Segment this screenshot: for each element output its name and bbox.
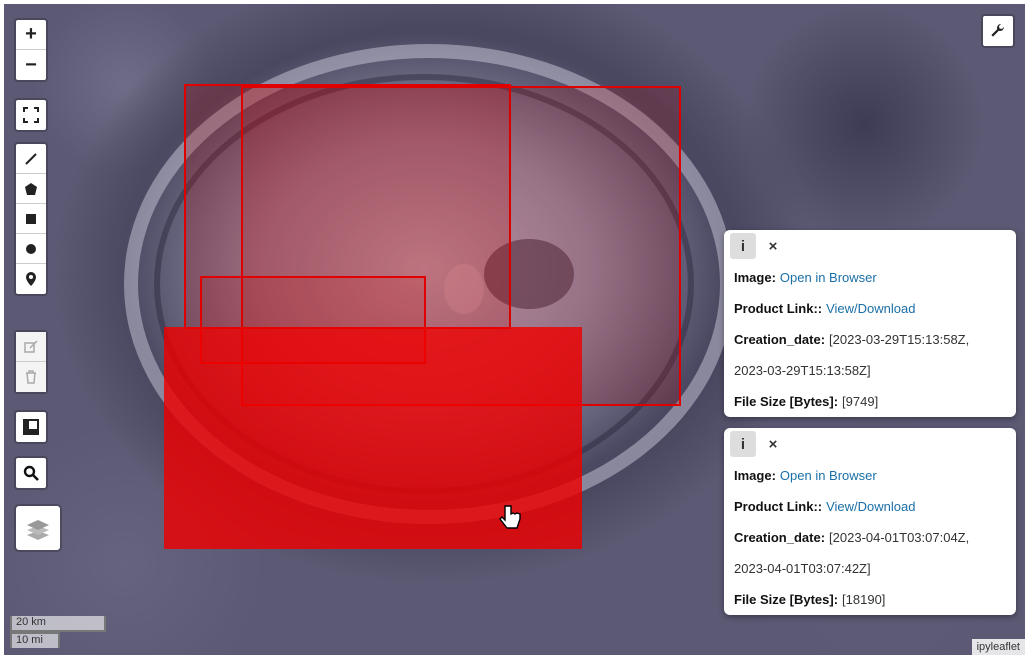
draw-circle-button[interactable]	[16, 234, 46, 264]
edit-icon	[24, 339, 38, 353]
file-size-value: [18190]	[842, 592, 886, 607]
fullscreen-button[interactable]	[16, 100, 46, 130]
field-label: Creation_date:	[734, 332, 826, 347]
creation-date-value: [2023-04-01T03:07:04Z,	[829, 530, 970, 545]
open-in-browser-link[interactable]: Open in Browser	[780, 468, 877, 483]
marker-icon	[26, 272, 36, 286]
fullscreen-control	[14, 98, 48, 132]
popup-creation-row: Creation_date: [2023-04-01T03:07:04Z,	[724, 522, 1016, 553]
split-map-button[interactable]	[16, 412, 46, 442]
view-download-link[interactable]: View/Download	[826, 499, 915, 514]
draw-toolbar	[14, 142, 48, 296]
search-icon	[23, 465, 39, 481]
hand-cursor-icon	[499, 505, 521, 529]
info-tab[interactable]: i	[730, 233, 756, 259]
draw-polygon-button[interactable]	[16, 174, 46, 204]
info-popup: i × Image: Open in Browser Product Link::…	[724, 230, 1016, 417]
edit-toolbar	[14, 330, 48, 394]
settings-button[interactable]	[981, 14, 1015, 48]
close-icon[interactable]: ×	[760, 431, 786, 457]
trash-icon	[26, 370, 36, 384]
rectangle-icon	[26, 213, 36, 224]
popup-product-row: Product Link:: View/Download	[724, 491, 1016, 522]
popup-creation-row-cont: 2023-03-29T15:13:58Z]	[724, 355, 1016, 386]
draw-marker-button[interactable]	[16, 264, 46, 294]
field-label: File Size [Bytes]:	[734, 592, 839, 607]
creation-date-value: 2023-04-01T03:07:42Z]	[734, 561, 871, 576]
creation-date-value: 2023-03-29T15:13:58Z]	[734, 363, 871, 378]
field-label: Creation_date:	[734, 530, 826, 545]
info-popup: i × Image: Open in Browser Product Link::…	[724, 428, 1016, 615]
edit-layers-button[interactable]	[16, 332, 46, 362]
field-label: Product Link::	[734, 499, 823, 514]
wrench-icon	[991, 24, 1004, 37]
field-label: File Size [Bytes]:	[734, 394, 839, 409]
close-icon[interactable]: ×	[760, 233, 786, 259]
zoom-in-button[interactable]: +	[16, 20, 46, 50]
circle-icon	[26, 243, 36, 254]
split-map-control	[14, 410, 48, 444]
attribution[interactable]: ipyleaflet	[971, 639, 1025, 655]
popup-tab-bar: i ×	[724, 428, 1016, 460]
popup-creation-row: Creation_date: [2023-03-29T15:13:58Z,	[724, 324, 1016, 355]
plus-icon: +	[25, 23, 37, 45]
zoom-control: + −	[14, 18, 48, 82]
view-download-link[interactable]: View/Download	[826, 301, 915, 316]
search-control	[14, 456, 48, 490]
info-tab[interactable]: i	[730, 431, 756, 457]
search-button[interactable]	[16, 458, 46, 488]
popup-tab-bar: i ×	[724, 230, 1016, 262]
popup-size-row: File Size [Bytes]: [9749]	[724, 386, 1016, 417]
split-map-icon	[23, 419, 39, 435]
layers-control-button[interactable]	[14, 504, 62, 552]
layers-icon	[27, 520, 49, 540]
draw-polyline-button[interactable]	[16, 144, 46, 174]
delete-layers-button[interactable]	[16, 362, 46, 392]
popup-product-row: Product Link:: View/Download	[724, 293, 1016, 324]
polyline-icon	[25, 152, 37, 165]
popup-size-row: File Size [Bytes]: [18190]	[724, 584, 1016, 615]
scale-bar-imperial: 10 mi	[10, 632, 60, 648]
minus-icon: −	[25, 53, 37, 76]
creation-date-value: [2023-03-29T15:13:58Z,	[829, 332, 970, 347]
fullscreen-icon	[23, 107, 39, 123]
field-label: Image:	[734, 468, 776, 483]
file-size-value: [9749]	[842, 394, 879, 409]
popup-image-row: Image: Open in Browser	[724, 460, 1016, 491]
polygon-icon	[25, 182, 37, 195]
popup-creation-row-cont: 2023-04-01T03:07:42Z]	[724, 553, 1016, 584]
map-canvas[interactable]: + − i × Image: Open in Browser Product L…	[4, 4, 1025, 655]
field-label: Product Link::	[734, 301, 823, 316]
zoom-out-button[interactable]: −	[16, 50, 46, 80]
popup-image-row: Image: Open in Browser	[724, 262, 1016, 293]
open-in-browser-link[interactable]: Open in Browser	[780, 270, 877, 285]
draw-rectangle-button[interactable]	[16, 204, 46, 234]
scale-bar-metric: 20 km	[10, 616, 106, 632]
field-label: Image:	[734, 270, 776, 285]
